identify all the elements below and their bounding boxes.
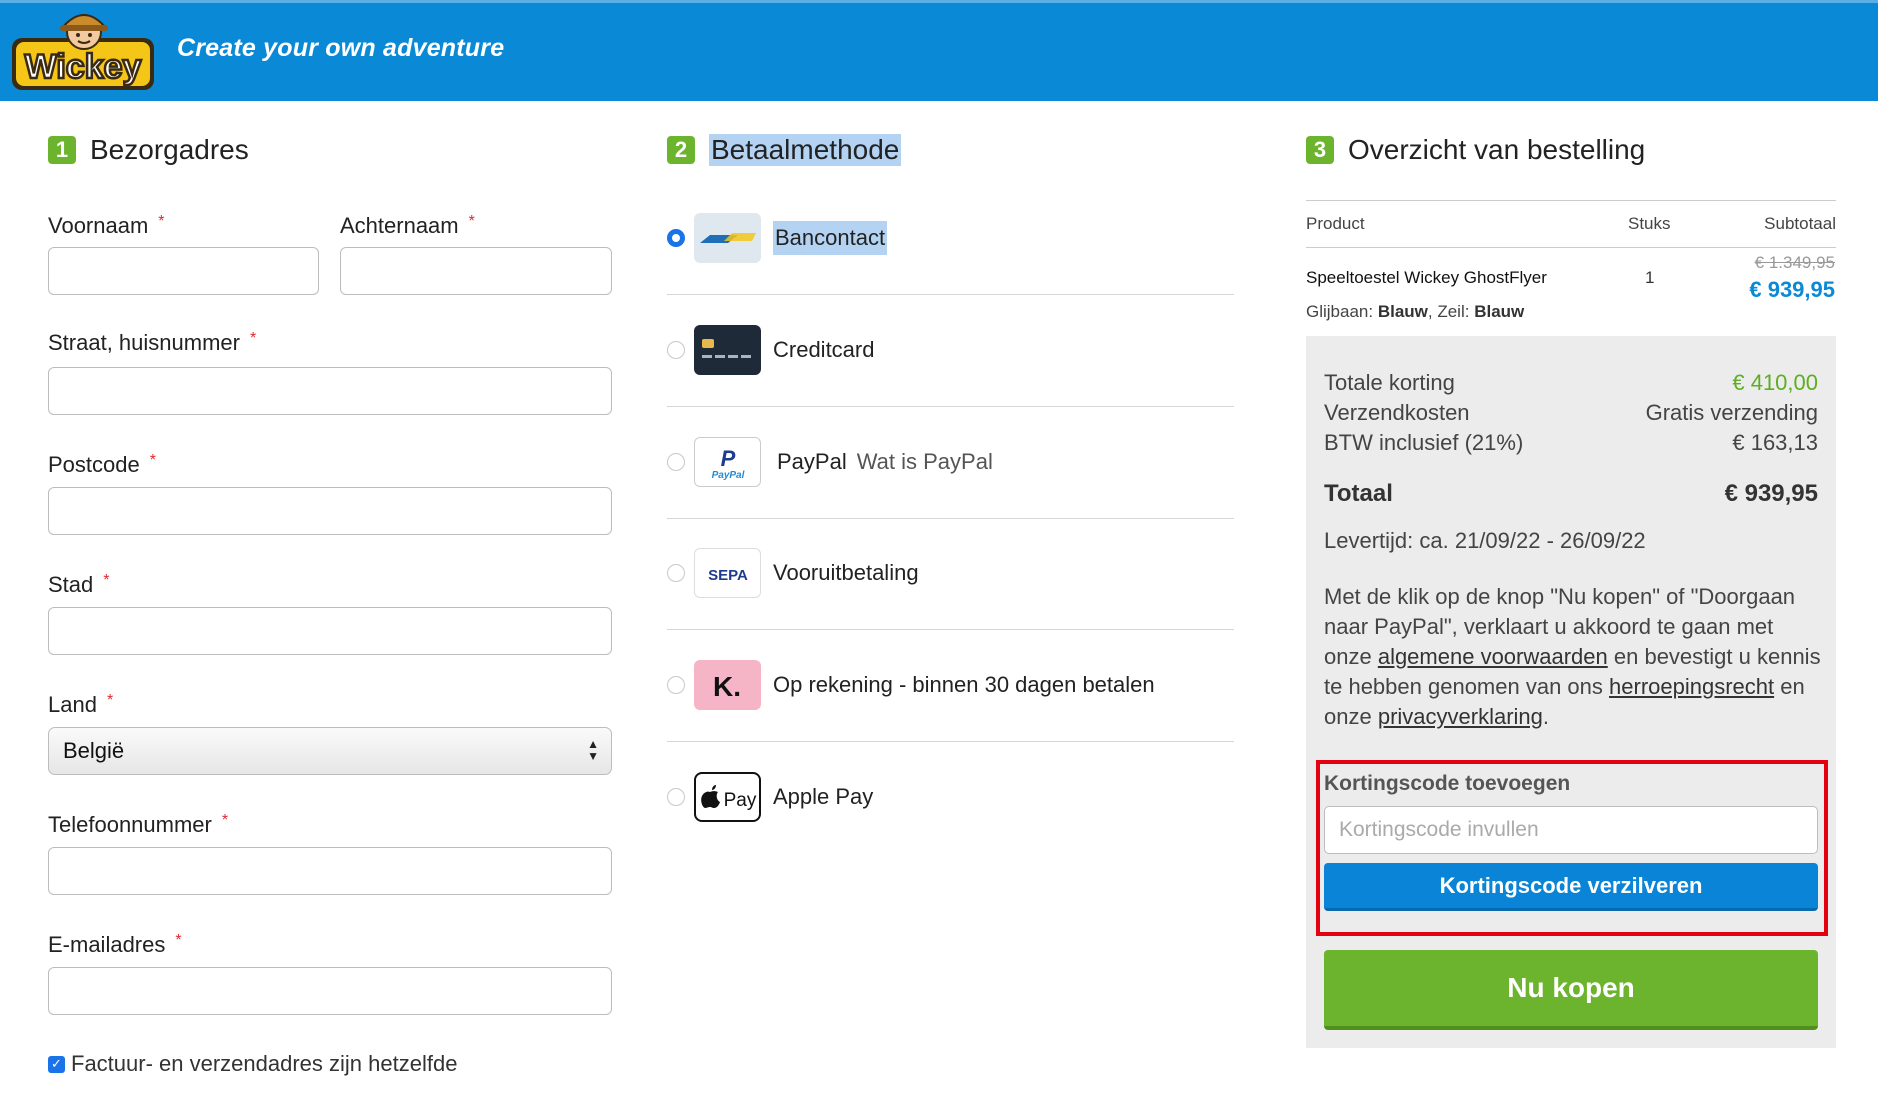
coupon-title: Kortingscode toevoegen: [1324, 772, 1571, 795]
header-tagline: Create your own adventure: [177, 34, 505, 62]
last-name-input[interactable]: [340, 247, 612, 295]
payment-option-applepay[interactable]: Pay Apple Pay: [667, 742, 1234, 854]
klarna-icon: K.: [694, 660, 761, 710]
country-select[interactable]: België ▲ ▼: [48, 727, 612, 775]
svg-text:Pay: Pay: [724, 790, 757, 811]
legal-text: Met de klik op de knop "Nu kopen" of "Do…: [1324, 584, 1821, 729]
col-product: Product: [1306, 214, 1365, 233]
coupon-section: Kortingscode toevoegen Kortingscode invu…: [1316, 760, 1828, 936]
email-input[interactable]: [48, 967, 612, 1015]
country-value: België: [63, 738, 125, 763]
discount-row: Totale korting € 410,00: [1324, 370, 1818, 395]
select-arrows-icon: ▲ ▼: [587, 737, 599, 763]
address-heading: 1 Bezorgadres: [48, 134, 249, 166]
klarna-radio[interactable]: [667, 676, 685, 694]
shipping-row: Verzendkosten Gratis verzending: [1324, 400, 1818, 425]
payment-option-sepa[interactable]: SEPA Vooruitbetaling: [667, 518, 1234, 630]
paypal-label: PayPal Wat is PayPal: [777, 449, 993, 474]
city-label: Stad *: [48, 572, 110, 597]
payment-option-creditcard[interactable]: Creditcard: [667, 295, 1234, 407]
svg-text:SEPA: SEPA: [708, 567, 748, 584]
first-name-label: Voornaam *: [48, 213, 165, 238]
privacy-link[interactable]: privacyverklaring: [1378, 704, 1543, 729]
product-old-price: € 1.349,95: [1754, 253, 1835, 272]
paypal-radio[interactable]: [667, 453, 685, 471]
svg-text:PayPal: PayPal: [712, 470, 745, 481]
apple-pay-icon: Pay: [694, 772, 761, 822]
street-input[interactable]: [48, 367, 612, 415]
payment-title: Betaalmethode: [709, 134, 902, 166]
header-top-line: [0, 0, 1878, 3]
step-number-3: 3: [1306, 136, 1334, 164]
phone-input[interactable]: [48, 847, 612, 895]
creditcard-label: Creditcard: [773, 337, 875, 362]
payment-option-paypal[interactable]: P PayPal PayPal Wat is PayPal: [667, 407, 1234, 519]
address-title: Bezorgadres: [90, 134, 249, 165]
buy-now-button[interactable]: Nu kopen: [1324, 950, 1818, 1030]
step-number-1: 1: [48, 136, 76, 164]
sepa-radio[interactable]: [667, 564, 685, 582]
klarna-label: Op rekening - binnen 30 dagen betalen: [773, 672, 1155, 697]
payment-option-bancontact[interactable]: Bancontact: [667, 183, 1234, 295]
bancontact-label: Bancontact: [773, 221, 888, 255]
same-address-checkbox[interactable]: ✓: [48, 1055, 65, 1073]
col-subtotal: Subtotaal: [1764, 214, 1836, 233]
first-name-input[interactable]: [48, 247, 319, 295]
vat-row: BTW inclusief (21%) € 163,13: [1324, 430, 1818, 455]
creditcard-radio[interactable]: [667, 341, 685, 359]
redeem-coupon-button[interactable]: Kortingscode verzilveren: [1324, 863, 1818, 911]
postcode-label: Postcode *: [48, 452, 156, 477]
order-table-header: Product Stuks Subtotaal: [1306, 200, 1836, 248]
same-address-label: Factuur- en verzendadres zijn hetzelfde: [71, 1051, 458, 1076]
wickey-logo[interactable]: Wickey: [10, 8, 156, 92]
applepay-radio[interactable]: [667, 788, 685, 806]
total-value: € 939,95: [1724, 480, 1818, 507]
bancontact-icon: [694, 213, 761, 263]
step-number-2: 2: [667, 136, 695, 164]
payment-heading: 2 Betaalmethode: [667, 134, 902, 166]
sepa-label: Vooruitbetaling: [773, 560, 919, 585]
total-row: Totaal € 939,95: [1324, 480, 1818, 507]
street-label: Straat, huisnummer *: [48, 330, 257, 355]
same-address-row[interactable]: ✓ Factuur- en verzendadres zijn hetzelfd…: [48, 1051, 457, 1077]
country-label: Land *: [48, 692, 114, 717]
delivery-row: Levertijd: ca. 21/09/22 - 26/09/22: [1324, 528, 1646, 553]
product-variant: Glijbaan: Blauw, Zeil: Blauw: [1306, 302, 1525, 321]
what-is-paypal-link[interactable]: Wat is PayPal: [857, 449, 993, 474]
payment-option-klarna[interactable]: K. Op rekening - binnen 30 dagen betalen: [667, 630, 1234, 742]
coupon-input[interactable]: Kortingscode invullen: [1324, 806, 1818, 854]
paypal-icon: P PayPal: [694, 437, 761, 487]
shipping-value: Gratis verzending: [1645, 400, 1818, 425]
product-name: Speeltoestel Wickey GhostFlyer: [1306, 268, 1547, 287]
svg-text:K.: K.: [713, 671, 741, 702]
withdrawal-link[interactable]: herroepingsrecht: [1609, 674, 1774, 699]
order-heading: 3 Overzicht van bestelling: [1306, 134, 1645, 166]
logo-text: Wickey: [25, 48, 142, 86]
header-bar: Wickey Create your own adventure: [0, 0, 1878, 101]
order-title: Overzicht van bestelling: [1348, 134, 1646, 165]
sepa-icon: SEPA: [694, 548, 761, 598]
discount-value: € 410,00: [1732, 370, 1818, 395]
phone-label: Telefoonnummer *: [48, 812, 229, 837]
svg-text:P: P: [721, 446, 736, 471]
credit-card-icon: [694, 325, 761, 375]
product-qty: 1: [1645, 268, 1655, 287]
vat-value: € 163,13: [1732, 430, 1818, 455]
postcode-input[interactable]: [48, 487, 612, 535]
applepay-label: Apple Pay: [773, 784, 874, 809]
city-input[interactable]: [48, 607, 612, 655]
order-summary-panel: Totale korting € 410,00 Verzendkosten Grat…: [1306, 336, 1836, 1048]
terms-link[interactable]: algemene voorwaarden: [1378, 644, 1608, 669]
product-price: € 939,95: [1749, 277, 1835, 302]
col-qty: Stuks: [1628, 214, 1671, 233]
bancontact-radio[interactable]: [667, 229, 685, 247]
email-label: E-mailadres *: [48, 932, 182, 957]
last-name-label: Achternaam *: [340, 213, 475, 238]
